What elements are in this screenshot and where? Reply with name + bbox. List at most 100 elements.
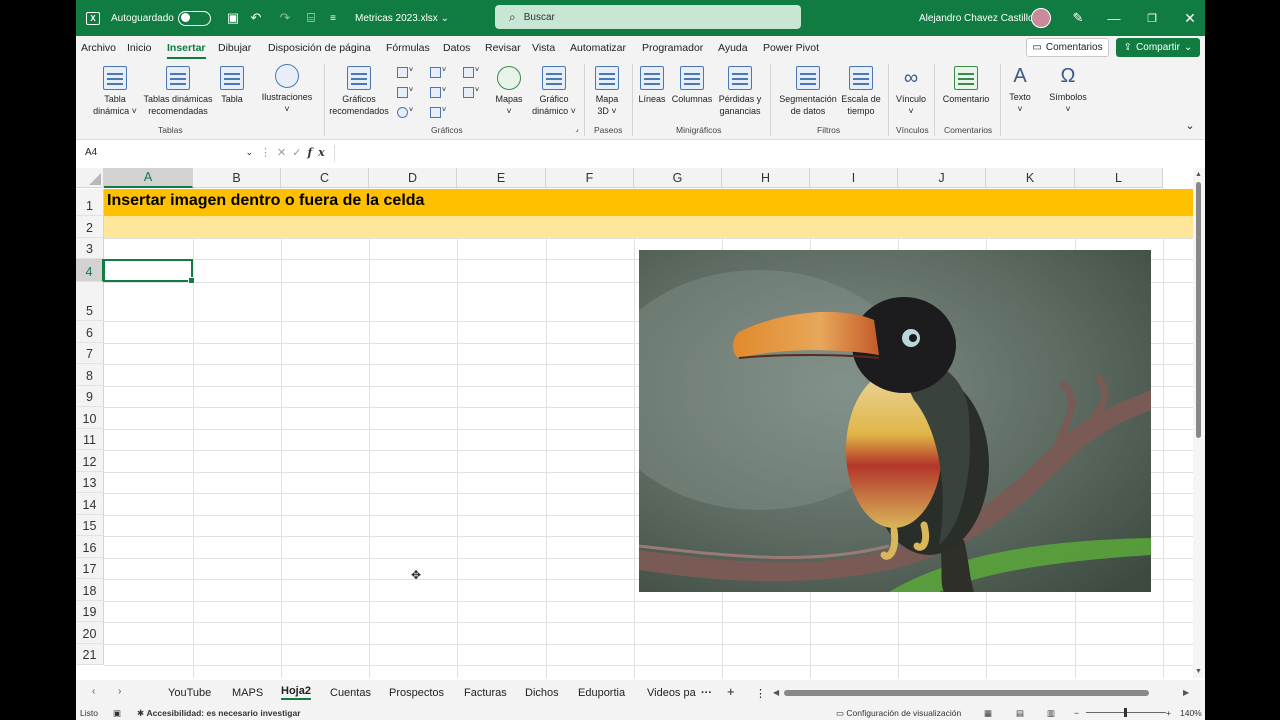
column-header-d[interactable]: D <box>369 168 457 188</box>
minimize-icon[interactable]: — <box>1100 0 1128 36</box>
file-name[interactable]: Metricas 2023.xlsx ⌄ <box>355 0 449 36</box>
tab-archivo[interactable]: Archivo <box>81 42 116 54</box>
accessibility-status[interactable]: ✱ Accesibilidad: es necesario investigar <box>137 708 301 719</box>
toucan-picture[interactable] <box>639 250 1151 592</box>
row-header-6[interactable]: 6 <box>76 321 104 343</box>
illustrations-button[interactable]: Ilustraciones ˅ <box>258 64 316 115</box>
timeline-button[interactable]: Escala de tiempo <box>840 66 882 117</box>
fx-icon[interactable]: fx <box>307 146 330 159</box>
hierarchy-chart-icon[interactable]: ˅ <box>430 67 448 81</box>
sheet-tab-eduportia[interactable]: Eduportia <box>578 687 625 699</box>
prev-sheet-icon[interactable]: ‹ <box>92 686 95 697</box>
sheet-tab-videos[interactable]: Videos pa <box>647 687 696 699</box>
column-chart-icon[interactable]: ˅ <box>397 67 415 81</box>
restore-icon[interactable]: ❐ <box>1138 0 1166 36</box>
column-header-c[interactable]: C <box>281 168 369 188</box>
scroll-left-icon[interactable]: ◀ <box>773 688 779 697</box>
row-header-3[interactable]: 3 <box>76 238 104 259</box>
zoom-out-icon[interactable]: − <box>1074 708 1079 718</box>
sparkline-column-button[interactable]: Columnas <box>670 66 714 105</box>
user-name[interactable]: Alejandro Chavez Castillo <box>919 0 1034 36</box>
tab-revisar[interactable]: Revisar <box>485 42 521 54</box>
column-header-f[interactable]: F <box>546 168 634 188</box>
row-header-8[interactable]: 8 <box>76 364 104 386</box>
autosave-toggle[interactable] <box>178 0 211 36</box>
cell-a1[interactable]: Insertar imagen dentro o fuera de la cel… <box>107 192 424 210</box>
row-header-9[interactable]: 9 <box>76 386 104 407</box>
row-header-1[interactable]: 1 <box>76 189 104 216</box>
tab-ayuda[interactable]: Ayuda <box>718 42 748 54</box>
macro-icon[interactable]: ▣ <box>113 708 121 719</box>
select-all-button[interactable] <box>76 168 104 188</box>
tab-disposicion[interactable]: Disposición de página <box>268 42 371 54</box>
row-header-12[interactable]: 12 <box>76 450 104 472</box>
scatter-chart-icon[interactable]: ˅ <box>430 107 448 121</box>
cancel-icon[interactable]: ✕ <box>277 147 292 159</box>
page-break-view-icon[interactable]: ▥ <box>1047 708 1055 719</box>
sheet-tab-hoja2[interactable]: Hoja2 <box>281 685 311 697</box>
pivot-table-button[interactable]: Tabla dinámica ˅ <box>90 66 140 117</box>
horizontal-scroll-thumb[interactable] <box>784 690 1149 696</box>
row-header-16[interactable]: 16 <box>76 536 104 558</box>
tab-automatizar[interactable]: Automatizar <box>570 42 626 54</box>
maps-button[interactable]: Mapas ˅ <box>492 66 526 117</box>
column-header-i[interactable]: I <box>810 168 898 188</box>
tab-dibujar[interactable]: Dibujar <box>218 42 251 54</box>
display-settings[interactable]: ▭ Configuración de visualización <box>836 708 961 719</box>
vertical-scroll-thumb[interactable] <box>1196 182 1201 438</box>
tab-power-pivot[interactable]: Power Pivot <box>763 42 819 54</box>
column-header-l[interactable]: L <box>1075 168 1163 188</box>
sparkline-line-button[interactable]: Líneas <box>636 66 668 105</box>
symbols-button[interactable]: Ω Símbolos ˅ <box>1044 64 1092 115</box>
search-box[interactable]: ⌕ Buscar <box>495 5 801 29</box>
row-header-19[interactable]: 19 <box>76 601 104 622</box>
table-button[interactable]: Tabla <box>216 66 248 105</box>
redo-icon[interactable]: ↷ <box>271 0 299 36</box>
avatar[interactable] <box>1031 0 1051 36</box>
close-icon[interactable]: ✕ <box>1176 0 1204 36</box>
tab-vista[interactable]: Vista <box>532 42 555 54</box>
statistic-chart-icon[interactable]: ˅ <box>430 87 448 101</box>
zoom-slider-thumb[interactable] <box>1124 708 1127 717</box>
scroll-down-icon[interactable]: ▼ <box>1195 668 1202 675</box>
sheet-tab-facturas[interactable]: Facturas <box>464 687 507 699</box>
row-header-7[interactable]: 7 <box>76 343 104 364</box>
row-header-21[interactable]: 21 <box>76 644 104 665</box>
tab-insertar[interactable]: Insertar <box>167 42 206 59</box>
column-header-j[interactable]: J <box>898 168 986 188</box>
row-header-4[interactable]: 4 <box>76 259 104 282</box>
tab-datos[interactable]: Datos <box>443 42 470 54</box>
row-header-13[interactable]: 13 <box>76 472 104 493</box>
tab-formulas[interactable]: Fórmulas <box>386 42 430 54</box>
comment-button[interactable]: Comentario <box>938 66 994 105</box>
slicer-button[interactable]: Segmentación de datos <box>776 66 840 117</box>
page-layout-view-icon[interactable]: ▤ <box>1016 708 1024 719</box>
tab-programador[interactable]: Programador <box>642 42 703 54</box>
normal-view-icon[interactable]: ▦ <box>984 708 992 719</box>
sheet-tab-youtube[interactable]: YouTube <box>168 687 211 699</box>
scroll-up-icon[interactable]: ▲ <box>1195 171 1202 178</box>
pen-icon[interactable]: ✎ <box>1064 0 1092 36</box>
customize-qat-icon[interactable]: ≡ <box>319 0 347 36</box>
sheet-tab-maps[interactable]: MAPS <box>232 687 263 699</box>
formula-input[interactable] <box>334 145 1200 162</box>
recommended-charts-button[interactable]: Gráficos recomendados <box>326 66 392 117</box>
row-header-18[interactable]: 18 <box>76 579 104 601</box>
sheet-tab-cuentas[interactable]: Cuentas <box>330 687 371 699</box>
collapse-ribbon-icon[interactable]: ⌄ <box>1184 120 1196 132</box>
row-header-5[interactable]: 5 <box>76 282 104 321</box>
pie-chart-icon[interactable]: ˅ <box>397 107 415 121</box>
combo-chart-icon[interactable]: ˅ <box>463 87 481 101</box>
row-header-15[interactable]: 15 <box>76 515 104 536</box>
name-box[interactable]: A4 ⌄ <box>80 145 256 162</box>
waterfall-chart-icon[interactable]: ˅ <box>463 67 481 81</box>
row-header-20[interactable]: 20 <box>76 622 104 644</box>
pivot-chart-button[interactable]: Gráfico dinámico ˅ <box>532 66 576 117</box>
link-button[interactable]: ∞ Vínculo ˅ <box>892 66 930 117</box>
column-header-a[interactable]: A <box>104 168 193 188</box>
vertical-scrollbar[interactable]: ▲ ▼ <box>1193 168 1205 678</box>
active-cell-a4[interactable] <box>103 259 195 284</box>
more-sheets-icon[interactable]: ··· <box>701 687 712 699</box>
row-header-17[interactable]: 17 <box>76 558 104 579</box>
text-button[interactable]: A Texto ˅ <box>1006 64 1034 115</box>
